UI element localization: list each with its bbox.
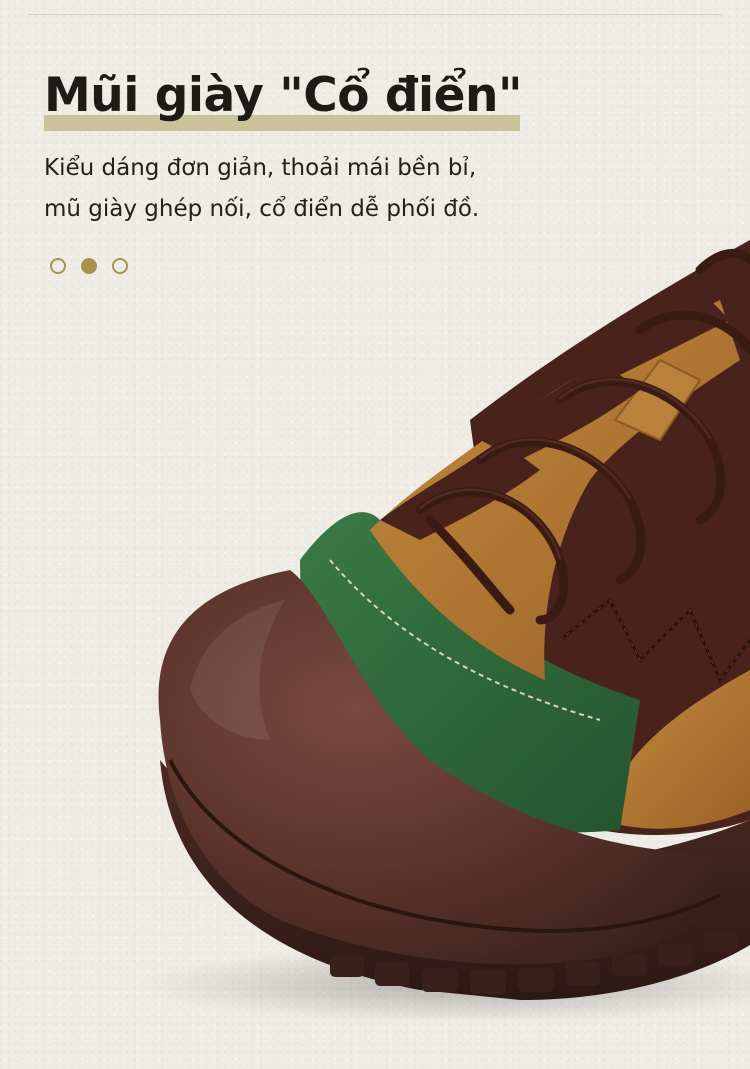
shoe-toe-image — [140, 240, 750, 1023]
page-title: Mũi giày "Cổ điển" — [44, 68, 522, 123]
